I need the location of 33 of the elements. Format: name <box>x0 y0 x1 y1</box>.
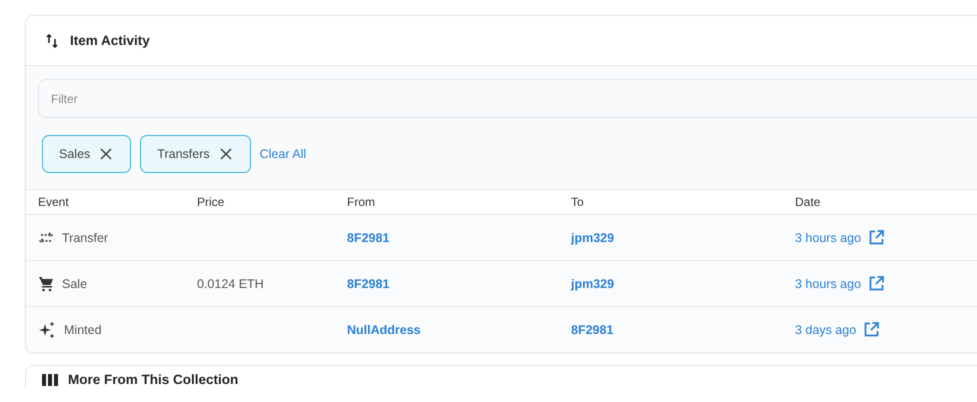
sparkles-icon <box>38 320 56 338</box>
event-label: Sale <box>62 276 88 290</box>
event-label: Transfer <box>62 230 108 244</box>
external-link-icon[interactable] <box>864 322 880 337</box>
grid-icon <box>42 374 58 386</box>
external-link-icon[interactable] <box>869 230 884 245</box>
event-label: Minted <box>64 322 102 336</box>
filter-field[interactable]: Filter <box>38 79 977 118</box>
from-address-link[interactable]: 8F2981 <box>347 230 390 244</box>
column-header: From <box>347 195 376 209</box>
cart-icon <box>38 276 54 292</box>
panel-title: More From This Collection <box>68 372 238 387</box>
close-icon[interactable] <box>100 148 112 160</box>
date-link[interactable]: 3 days ago <box>795 322 856 336</box>
filter-chip[interactable]: Sales <box>42 135 132 173</box>
to-address-link[interactable]: jpm329 <box>571 230 614 244</box>
column-header: Price <box>197 195 226 209</box>
clear-all-link[interactable]: Clear All <box>260 147 306 161</box>
column-header: To <box>571 195 585 209</box>
to-address-link[interactable]: 8F2981 <box>571 322 614 336</box>
external-link-icon[interactable] <box>869 276 884 291</box>
close-icon[interactable] <box>220 148 232 160</box>
date-link[interactable]: 3 hours ago <box>795 276 862 290</box>
column-header: Event <box>38 195 70 209</box>
date-link[interactable]: 3 hours ago <box>795 230 862 244</box>
sort-arrows-icon <box>46 34 58 48</box>
panel-title: Item Activity <box>70 33 150 48</box>
to-address-link[interactable]: jpm329 <box>571 276 614 290</box>
from-address-link[interactable]: 8F2981 <box>347 276 390 290</box>
filter-chip[interactable]: Transfers <box>140 135 251 173</box>
from-address-link[interactable]: NullAddress <box>347 322 421 336</box>
column-header: Date <box>795 195 822 209</box>
price-cell: 0.0124 ETH <box>197 276 264 290</box>
